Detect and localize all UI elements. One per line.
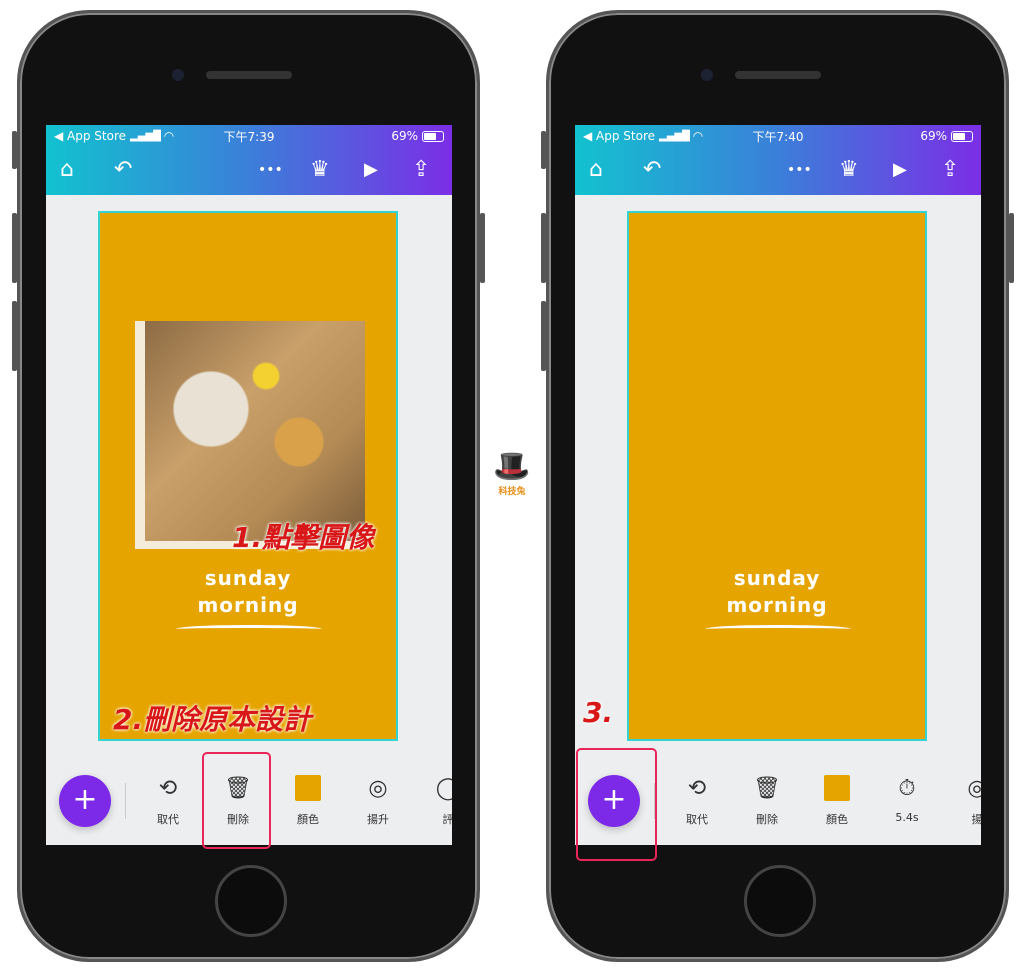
replace-icon: ⟲ [687, 776, 707, 801]
tool-layers[interactable]: ◎ 揚升 [348, 775, 408, 827]
screen: ◀ App Store ▂▄▆█ ◠ 下午7:40 69% ⌂ ↶ ••• ♛ … [575, 125, 981, 845]
signal-icon: ▂▄▆█ [130, 130, 161, 142]
annotation-step3: 3. [583, 696, 614, 729]
tool-timer[interactable]: ⏱ 5.4s [877, 775, 937, 824]
volume-up-button [12, 213, 17, 283]
app-header: ◀ App Store ▂▄▆█ ◠ 下午7:40 69% ⌂ ↶ ••• ♛ … [575, 125, 981, 195]
swash-decoration [705, 625, 851, 633]
swash-decoration [176, 625, 322, 633]
battery-icon [951, 130, 973, 142]
more-icon[interactable]: ••• [258, 157, 283, 183]
power-button [1009, 213, 1014, 283]
logo-text: 科技兔 [498, 487, 526, 497]
status-bar: ◀ App Store ▂▄▆█ ◠ 下午7:39 69% [46, 125, 452, 147]
annotation-step2: 2.刪除原本設計 [113, 703, 312, 736]
design-title[interactable]: sunday morning [100, 565, 396, 619]
wifi-icon: ◠ [692, 129, 704, 143]
tool-label: 取代 [686, 813, 708, 826]
tool-label: 5.4s [895, 811, 919, 824]
trash-icon: 🗑 [753, 776, 781, 801]
design-canvas[interactable]: sunday morning [627, 211, 927, 741]
home-icon[interactable]: ⌂ [589, 157, 603, 183]
partial-icon: ◎ [967, 776, 981, 801]
crown-icon[interactable]: ♛ [310, 157, 330, 183]
signal-icon: ▂▄▆█ [659, 130, 690, 142]
partial-icon: ◯ [435, 776, 452, 801]
design-title[interactable]: sunday morning [629, 565, 925, 619]
battery-percent: 69% [920, 129, 947, 143]
timer-icon: ⏱ [898, 776, 916, 801]
volume-down-button [12, 301, 17, 371]
front-camera [701, 69, 713, 81]
tool-partial[interactable]: ◯ 評 [418, 775, 452, 827]
tool-label: 評 [442, 813, 453, 826]
app-header: ◀ App Store ▂▄▆█ ◠ 下午7:39 69% ⌂ ↶ ••• ♛ … [46, 125, 452, 195]
tool-label: 揚 [971, 813, 982, 826]
home-icon[interactable]: ⌂ [60, 157, 74, 183]
play-icon[interactable]: ▶ [364, 157, 378, 183]
undo-icon[interactable]: ↶ [643, 157, 661, 183]
mute-switch [12, 131, 17, 169]
home-button[interactable] [215, 865, 287, 937]
tool-color-swatch[interactable]: 顏色 [278, 775, 338, 827]
color-swatch [807, 775, 867, 805]
power-button [480, 213, 485, 283]
tool-label: 揚升 [367, 813, 389, 826]
tool-label: 顏色 [826, 813, 848, 826]
battery-icon [422, 130, 444, 142]
tool-color-swatch[interactable]: 顏色 [807, 775, 867, 827]
color-swatch [278, 775, 338, 805]
share-icon[interactable]: ⇪ [412, 157, 430, 183]
tool-replace[interactable]: ⟲ 取代 [138, 775, 198, 827]
editor-nav: ⌂ ↶ ••• ♛ ▶ ⇪ [575, 147, 981, 195]
undo-icon[interactable]: ↶ [114, 157, 132, 183]
highlight-add [576, 748, 657, 861]
breakfast-photo[interactable] [135, 321, 365, 549]
back-to-app-store[interactable]: ◀ App Store [54, 129, 126, 143]
tool-trash[interactable]: 🗑 刪除 [737, 775, 797, 827]
more-icon[interactable]: ••• [787, 157, 812, 183]
tool-label: 刪除 [756, 813, 778, 826]
volume-up-button [541, 213, 546, 283]
highlight-delete [202, 752, 271, 849]
layers-icon: ◎ [368, 776, 388, 801]
battery-percent: 69% [391, 129, 418, 143]
wifi-icon: ◠ [163, 129, 175, 143]
earpiece [206, 71, 292, 79]
earpiece [735, 71, 821, 79]
back-to-app-store[interactable]: ◀ App Store [583, 129, 655, 143]
play-icon[interactable]: ▶ [893, 157, 907, 183]
volume-down-button [541, 301, 546, 371]
front-camera [172, 69, 184, 81]
crown-icon[interactable]: ♛ [839, 157, 859, 183]
annotation-step1: 1.點擊圖像 [232, 521, 375, 554]
replace-icon: ⟲ [158, 776, 178, 801]
divider [125, 783, 126, 819]
rabbit-hat-icon: 🎩 [493, 449, 531, 484]
home-button[interactable] [744, 865, 816, 937]
mute-switch [541, 131, 546, 169]
add-button[interactable]: + [59, 775, 111, 827]
tool-label: 取代 [157, 813, 179, 826]
status-bar: ◀ App Store ▂▄▆█ ◠ 下午7:40 69% [575, 125, 981, 147]
tool-partial[interactable]: ◎ 揚 [947, 775, 981, 827]
design-canvas[interactable]: sunday morning [98, 211, 398, 741]
tool-label: 顏色 [297, 813, 319, 826]
editor-nav: ⌂ ↶ ••• ♛ ▶ ⇪ [46, 147, 452, 195]
tool-replace[interactable]: ⟲ 取代 [667, 775, 727, 827]
brand-logo: 🎩 科技兔 [490, 449, 534, 498]
share-icon[interactable]: ⇪ [941, 157, 959, 183]
